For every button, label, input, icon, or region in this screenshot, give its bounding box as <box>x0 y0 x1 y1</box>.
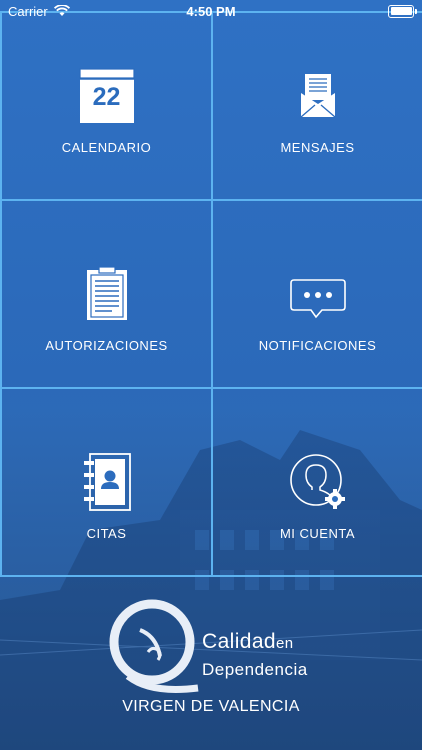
menu-tile-autorizaciones[interactable]: AUTORIZACIONES <box>0 199 213 389</box>
mensajes-label: MENSAJES <box>280 140 355 155</box>
battery-icon <box>388 4 417 18</box>
status-bar: Carrier 4:50 PM <box>0 0 422 22</box>
brand-line-1: Calidaden <box>202 630 294 654</box>
menu-tile-mi-cuenta[interactable]: MI CUENTA <box>211 387 422 577</box>
autorizaciones-label: AUTORIZACIONES <box>45 338 168 353</box>
q-logo-icon <box>109 599 199 693</box>
clipboard-icon <box>86 263 128 325</box>
citas-label: CITAS <box>86 526 127 541</box>
calendar-icon: 22 <box>78 65 135 127</box>
address-book-icon <box>82 451 132 513</box>
calendar-date-number: 22 <box>92 83 121 111</box>
brand-dependencia-text: Dependencia <box>202 660 308 679</box>
menu-tile-calendario[interactable]: 22 CALENDARIO <box>0 11 213 201</box>
speech-bubble-icon <box>289 269 346 331</box>
menu-tile-mensajes[interactable]: MENSAJES <box>211 11 422 201</box>
brand-logo: Calidaden Dependencia VIRGEN DE VALENCIA <box>0 590 422 730</box>
main-menu-grid: 22 CALENDARIO MENSAJES AUTORIZACIONES NO… <box>0 11 422 577</box>
residence-name: VIRGEN DE VALENCIA <box>122 698 300 715</box>
calendario-label: CALENDARIO <box>61 140 152 155</box>
menu-tile-notificaciones[interactable]: NOTIFICACIONES <box>211 199 422 389</box>
notificaciones-label: NOTIFICACIONES <box>258 338 377 353</box>
wifi-icon <box>53 5 70 16</box>
envelope-icon <box>300 65 336 127</box>
carrier-label: Carrier <box>8 3 48 19</box>
menu-tile-citas[interactable]: CITAS <box>0 387 213 577</box>
mi-cuenta-label: MI CUENTA <box>279 526 356 541</box>
brand-en-text: en <box>276 635 294 652</box>
brand-calidad-text: Calidad <box>202 630 277 653</box>
user-settings-icon <box>289 451 347 513</box>
